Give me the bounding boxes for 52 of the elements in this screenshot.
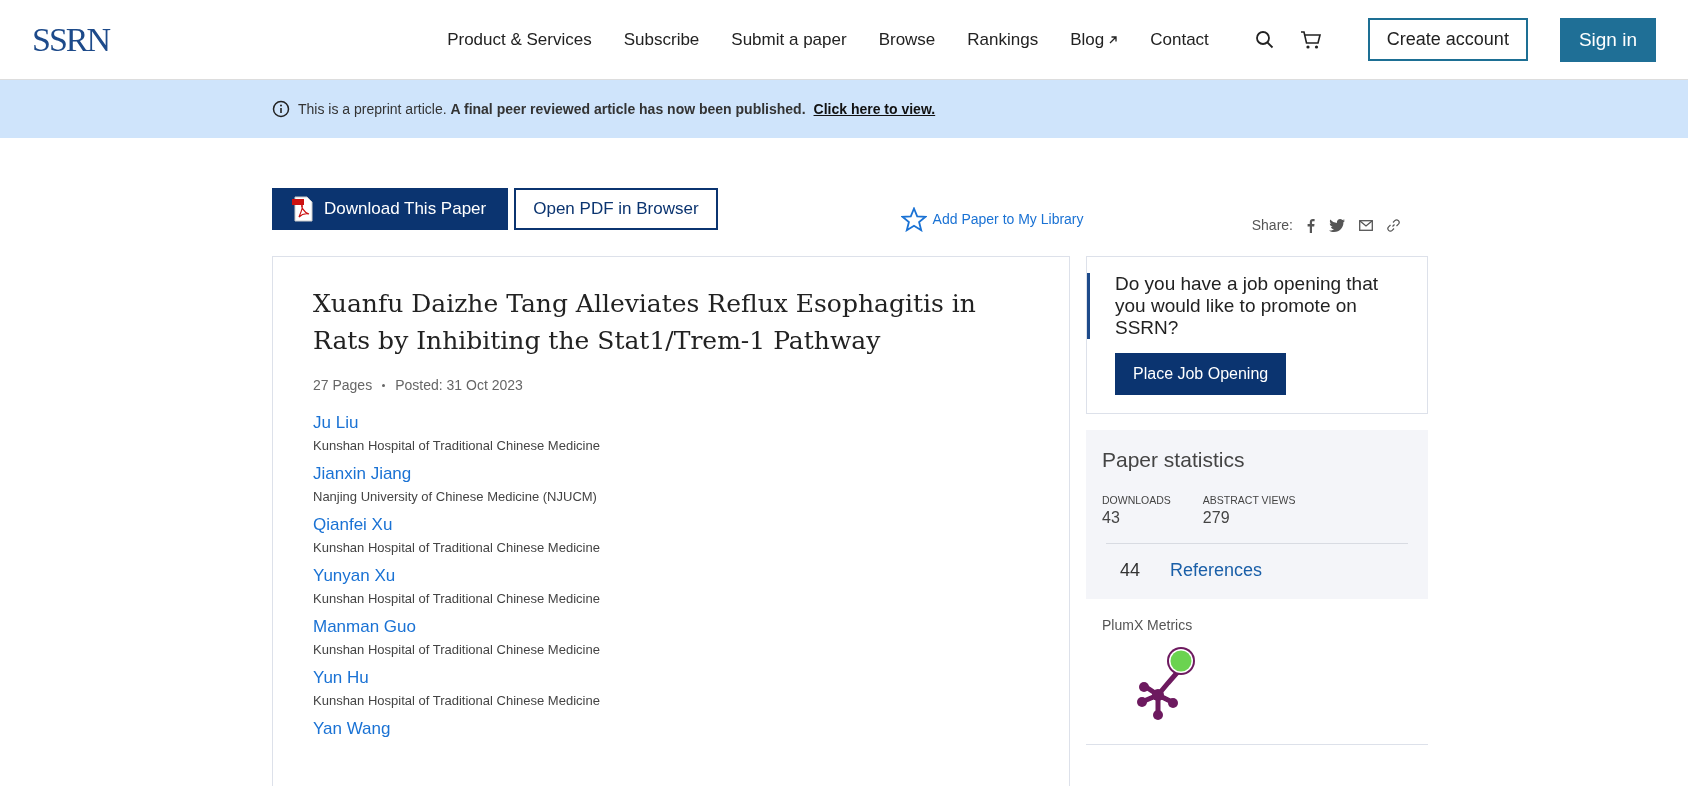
share-label: Share:	[1251, 217, 1293, 233]
sign-in-button[interactable]: Sign in	[1559, 17, 1656, 62]
author-link[interactable]: Yan Wang	[313, 719, 391, 739]
author-link[interactable]: Yunyan Xu	[313, 566, 396, 586]
create-account-button[interactable]: Create account	[1367, 18, 1528, 61]
external-link-icon	[1108, 34, 1119, 45]
plumx-title: PlumX Metrics	[1102, 617, 1194, 633]
link-icon[interactable]	[1387, 218, 1400, 232]
nav-link[interactable]: Subscribe	[623, 29, 700, 50]
stat-value: 279	[1202, 509, 1231, 527]
add-to-library-link[interactable]: Add Paper to My Library	[900, 206, 1084, 232]
paper-title: Xuanfu Daizhe Tang Alleviates Reflux Esophagitis in Rats by Inhibiting the Stat1/Trem-1 Pathway	[313, 288, 977, 357]
page-count: 27 Pages	[313, 377, 373, 393]
author-link[interactable]: Manman Guo	[313, 617, 416, 637]
posted-date: Posted: 31 Oct 2023	[395, 377, 523, 393]
author-link[interactable]: Qianfei Xu	[313, 515, 393, 535]
facebook-icon[interactable]	[1307, 217, 1315, 233]
statistics-title: Paper statistics	[1102, 448, 1246, 472]
download-button[interactable]: Download This Paper	[272, 188, 509, 230]
pdf-file-icon	[292, 196, 314, 222]
open-pdf-button[interactable]: Open PDF in Browser	[514, 188, 718, 230]
author-affiliation: Nanjing University of Chinese Medicine (NJUCM)	[313, 489, 598, 504]
ssrn-logo[interactable]: SSRN	[32, 20, 110, 59]
info-icon	[272, 100, 290, 118]
job-opening-question: Do you have a job opening that you would like to promote on SSRN?	[1087, 273, 1407, 339]
author-link[interactable]: Jianxin Jiang	[313, 464, 412, 484]
search-icon[interactable]	[1254, 30, 1274, 49]
nav-link[interactable]: Rankings	[967, 29, 1039, 50]
nav-link[interactable]: Browse	[878, 29, 936, 50]
nav-link[interactable]: Submit a paper	[731, 29, 847, 50]
nav-link[interactable]: Blog	[1070, 29, 1119, 50]
author-affiliation: Kunshan Hospital of Traditional Chinese Medicine	[313, 693, 601, 708]
stat-label: DOWNLOADS	[1102, 494, 1171, 506]
author-link[interactable]: Yun Hu	[313, 668, 369, 688]
view-published-link[interactable]: Click here to view.	[813, 101, 936, 117]
nav-link[interactable]: Product & Services	[447, 29, 592, 50]
author-affiliation: Kunshan Hospital of Traditional Chinese Medicine	[313, 642, 601, 657]
author-affiliation: Kunshan Hospital of Traditional Chinese Medicine	[313, 540, 601, 555]
references-count: 44	[1120, 560, 1141, 581]
author-affiliation: Kunshan Hospital of Traditional Chinese Medicine	[313, 591, 601, 606]
stat-label: ABSTRACT VIEWS	[1202, 494, 1296, 506]
stat-value: 43	[1102, 509, 1121, 527]
star-icon	[900, 206, 927, 232]
preprint-notice: This is a preprint article. A final peer reviewed article has now been published.	[298, 101, 806, 117]
twitter-icon[interactable]	[1329, 218, 1345, 232]
author-link[interactable]: Ju Liu	[313, 413, 359, 433]
references-link[interactable]: References	[1170, 560, 1263, 581]
cart-icon[interactable]	[1299, 29, 1322, 50]
nav-link[interactable]: Contact	[1150, 29, 1209, 50]
author-affiliation: Kunshan Hospital of Traditional Chinese Medicine	[313, 438, 601, 453]
place-job-opening-button[interactable]: Place Job Opening	[1115, 353, 1287, 395]
email-icon[interactable]	[1359, 219, 1373, 231]
